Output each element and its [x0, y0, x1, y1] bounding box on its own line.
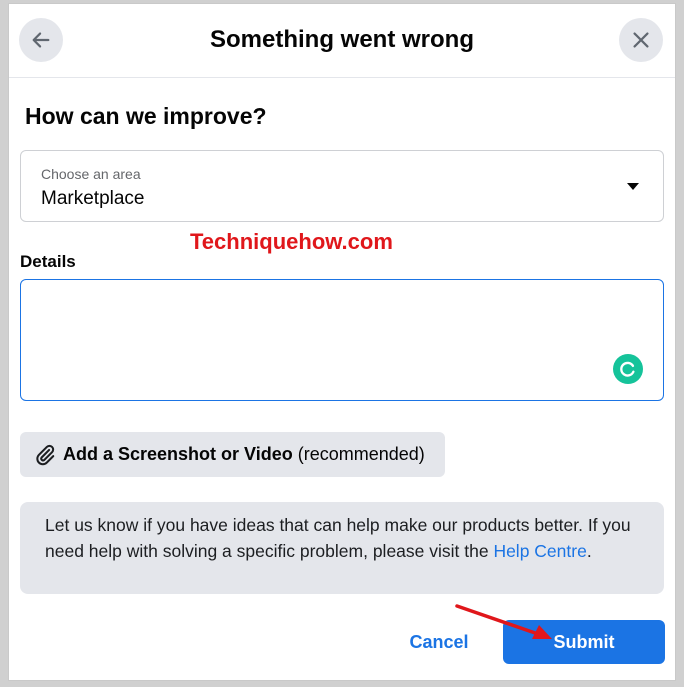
close-button[interactable] — [619, 18, 663, 62]
area-select-value: Marketplace — [41, 188, 145, 209]
dialog-title: Something went wrong — [210, 26, 474, 53]
grammarly-icon[interactable] — [613, 354, 643, 384]
paperclip-icon — [36, 444, 55, 466]
info-box: Let us know if you have ideas that can h… — [20, 502, 664, 594]
dialog-header: Something went wrong — [9, 4, 675, 78]
form-heading: How can we improve? — [25, 103, 267, 129]
caret-down-icon — [627, 183, 639, 190]
area-select[interactable]: Choose an area Marketplace — [20, 150, 664, 222]
details-label: Details — [20, 252, 76, 271]
grammarly-spinner-icon — [620, 361, 635, 377]
close-icon — [633, 32, 649, 48]
details-field[interactable] — [20, 279, 664, 401]
info-text-end: . — [586, 541, 592, 561]
recommended-hint: (recommended) — [297, 444, 425, 464]
watermark-text: Techniquehow.com — [190, 229, 393, 254]
add-screenshot-label: Add a Screenshot or Video (recommended) — [63, 444, 425, 465]
help-centre-link[interactable]: Help Centre — [493, 541, 586, 561]
cancel-button[interactable]: Cancel — [387, 620, 491, 664]
area-select-label: Choose an area — [41, 166, 141, 182]
details-textarea[interactable] — [21, 280, 663, 400]
add-screenshot-button[interactable]: Add a Screenshot or Video (recommended) — [20, 432, 445, 477]
add-screenshot-text: Add a Screenshot or Video — [63, 444, 293, 464]
submit-button[interactable]: Submit — [503, 620, 665, 664]
feedback-dialog: Something went wrong How can we improve?… — [8, 3, 676, 681]
